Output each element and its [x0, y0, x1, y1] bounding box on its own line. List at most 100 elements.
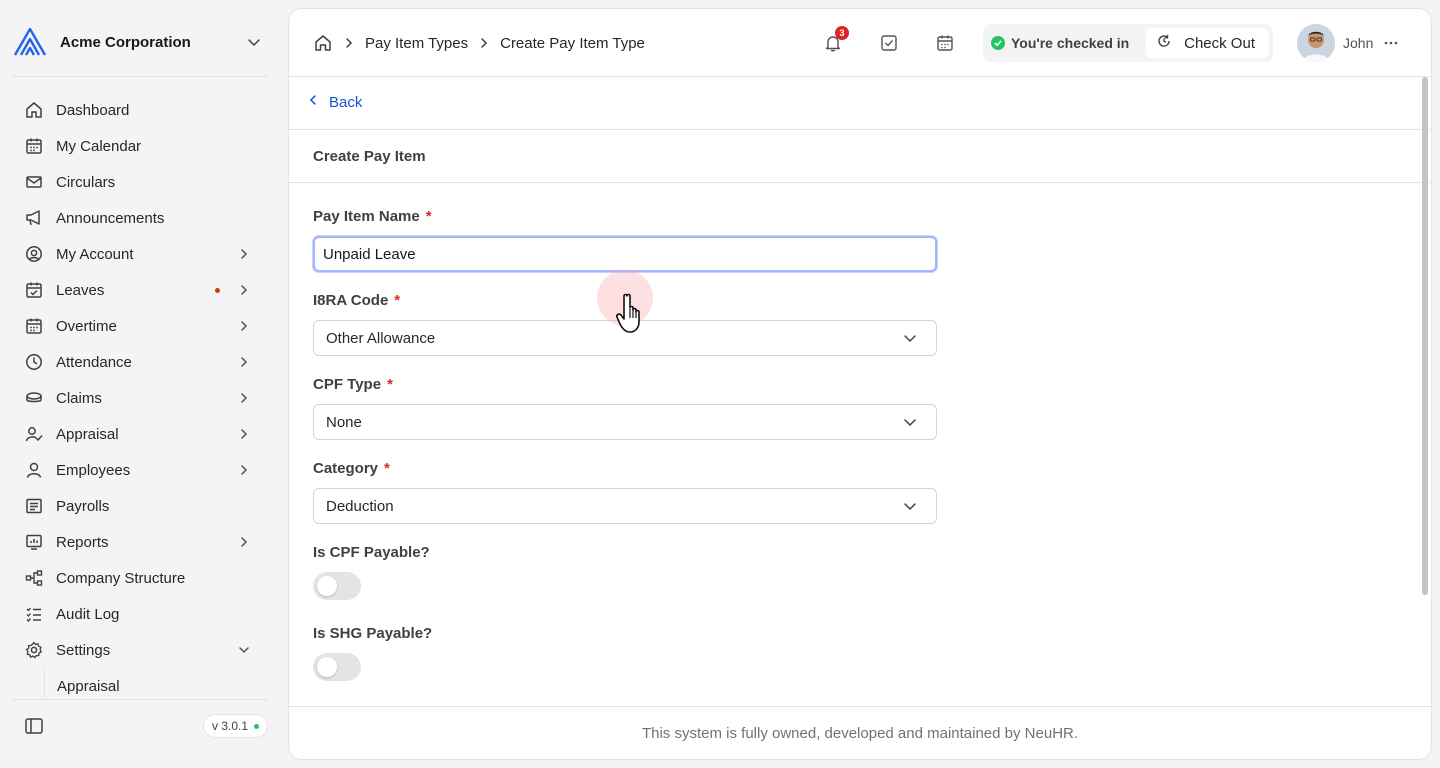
label-text: I8RA Code: [313, 292, 389, 309]
sidebar-item-label: My Account: [56, 245, 134, 263]
sidebar: Acme Corporation Dashboard My Calendar C…: [0, 0, 280, 768]
sidebar-item-label: Dashboard: [56, 101, 130, 119]
cpf-type-select[interactable]: None: [313, 404, 937, 440]
back-button[interactable]: Back: [307, 93, 362, 111]
toggle-knob: [317, 576, 337, 596]
category-select[interactable]: Deduction: [313, 488, 937, 524]
chevron-right-icon: [234, 244, 254, 264]
sidebar-item-label: Reports: [56, 533, 109, 551]
chevron-right-icon: [474, 33, 494, 53]
is-shg-payable-toggle[interactable]: [313, 653, 361, 681]
chart-icon: [24, 532, 44, 552]
sidebar-item-label: Appraisal: [56, 425, 119, 443]
chevron-right-icon: [234, 316, 254, 336]
footer-text: This system is fully owned, developed an…: [641, 725, 1079, 742]
coins-icon: [24, 388, 44, 408]
cpf-type-label: CPF Type *: [313, 376, 393, 393]
sidebar-item-dashboard[interactable]: Dashboard: [12, 92, 268, 128]
sidebar-item-leaves[interactable]: Leaves: [12, 272, 268, 308]
receipt-icon: [24, 496, 44, 516]
check-out-button[interactable]: Check Out: [1146, 28, 1269, 58]
sidebar-item-label: Claims: [56, 389, 102, 407]
label-text: CPF Type: [313, 376, 382, 393]
clock-icon: [24, 352, 44, 372]
gear-icon: [24, 640, 44, 660]
org-name: Acme Corporation: [60, 33, 191, 51]
list-check-icon: [24, 604, 44, 624]
user-menu[interactable]: John: [1297, 24, 1399, 62]
calendar-icon[interactable]: [933, 31, 957, 55]
task-check-icon[interactable]: [877, 31, 901, 55]
scrollbar[interactable]: [1422, 77, 1428, 595]
sidebar-item-label: Company Structure: [56, 569, 186, 587]
bell-icon[interactable]: 3: [821, 26, 849, 55]
required-mark: *: [425, 208, 432, 225]
megaphone-icon: [24, 208, 44, 228]
org-chart-icon: [24, 568, 44, 588]
calendar-clock-icon: [24, 316, 44, 336]
sidebar-item-claims[interactable]: Claims: [12, 380, 268, 416]
toggle-knob: [317, 657, 337, 677]
pay-item-name-label: Pay Item Name *: [313, 208, 432, 225]
clock-rotate-icon: [1156, 33, 1172, 53]
sidebar-item-reports[interactable]: Reports: [12, 524, 268, 560]
top-bar: Pay Item Types Create Pay Item Type 3 Yo…: [289, 9, 1431, 77]
select-value: Other Allowance: [326, 329, 436, 347]
sidebar-item-attendance[interactable]: Attendance: [12, 344, 268, 380]
chevron-down-icon: [234, 640, 254, 660]
sidebar-item-announcements[interactable]: Announcements: [12, 200, 268, 236]
sidebar-item-my-account[interactable]: My Account: [12, 236, 268, 272]
label-text: Pay Item Name: [313, 208, 420, 225]
ir8a-code-label: I8RA Code *: [313, 292, 400, 309]
calendar-check-icon: [24, 280, 44, 300]
home-icon[interactable]: [313, 33, 333, 53]
version-badge: v 3.0.1: [203, 714, 269, 738]
pay-item-name-input[interactable]: [313, 236, 937, 272]
sidebar-subitem-appraisal[interactable]: Appraisal: [44, 666, 244, 698]
sidebar-item-overtime[interactable]: Overtime: [12, 308, 268, 344]
check-out-label: Check Out: [1184, 34, 1255, 52]
more-horizontal-icon[interactable]: [1383, 35, 1399, 51]
sidebar-nav: Dashboard My Calendar Circulars Announce…: [12, 92, 268, 668]
user-name: John: [1343, 35, 1374, 51]
org-switcher[interactable]: Acme Corporation: [12, 24, 268, 60]
chevron-down-icon: [900, 328, 920, 348]
sidebar-item-settings[interactable]: Settings: [12, 632, 268, 668]
chevron-right-icon: [234, 388, 254, 408]
user-circle-icon: [24, 244, 44, 264]
sidebar-toggle-icon[interactable]: [22, 714, 46, 738]
chevron-right-icon: [234, 532, 254, 552]
sidebar-item-employees[interactable]: Employees: [12, 452, 268, 488]
status-dot: [254, 723, 260, 729]
required-mark: *: [394, 292, 401, 309]
required-mark: *: [387, 376, 393, 393]
user-icon: [24, 460, 44, 480]
select-value: Deduction: [326, 497, 394, 515]
sidebar-item-circulars[interactable]: Circulars: [12, 164, 268, 200]
chevron-right-icon: [234, 460, 254, 480]
section-title: Create Pay Item: [313, 148, 426, 165]
sidebar-item-appraisal[interactable]: Appraisal: [12, 416, 268, 452]
sidebar-item-audit-log[interactable]: Audit Log: [12, 596, 268, 632]
is-cpf-payable-toggle[interactable]: [313, 572, 361, 600]
select-value: None: [326, 413, 362, 431]
hand-cursor-icon: [616, 292, 656, 336]
chevron-down-icon: [900, 412, 920, 432]
breadcrumb-link[interactable]: Pay Item Types: [365, 35, 468, 52]
sidebar-item-my-calendar[interactable]: My Calendar: [12, 128, 268, 164]
chevron-right-icon: [339, 33, 359, 53]
main-panel: Pay Item Types Create Pay Item Type 3 Yo…: [288, 8, 1432, 760]
sidebar-item-label: Overtime: [56, 317, 117, 335]
divider: [12, 699, 268, 700]
back-row: Back: [289, 77, 1431, 130]
notification-dot: [215, 287, 220, 293]
sidebar-item-label: Leaves: [56, 281, 105, 299]
attendance-status: You're checked in Check Out: [983, 24, 1273, 62]
status-text: You're checked in: [1011, 35, 1130, 51]
mail-icon: [24, 172, 44, 192]
sidebar-item-label: Audit Log: [56, 605, 120, 623]
section-header: Create Pay Item: [289, 130, 1431, 183]
sidebar-item-company-structure[interactable]: Company Structure: [12, 560, 268, 596]
version-label: v 3.0.1: [212, 719, 249, 733]
sidebar-item-payrolls[interactable]: Payrolls: [12, 488, 268, 524]
